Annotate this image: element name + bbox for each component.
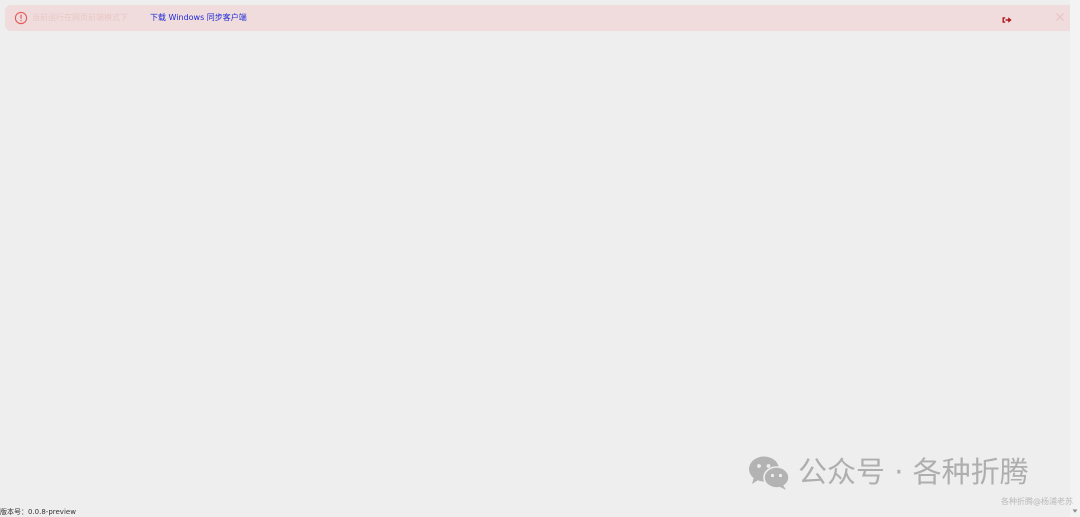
version-label: 版本号：0.0.8-preview <box>0 508 76 516</box>
watermark-text: 公众号 · 各种折腾 <box>798 455 1029 489</box>
alert-circle-icon <box>14 11 28 25</box>
watermark-caption: 各种折腾@杨浦老苏 <box>1001 497 1073 506</box>
vertical-scrollbar[interactable] <box>1070 0 1080 517</box>
alert-message: 当前运行在网页前端模式下 <box>32 13 128 22</box>
logout-icon[interactable] <box>1001 14 1013 26</box>
close-icon[interactable] <box>1054 11 1066 23</box>
download-client-link[interactable]: 下载 Windows 同步客户端 <box>150 11 247 25</box>
alert-banner: 当前运行在网页前端模式下 下载 Windows 同步客户端 <box>5 5 1075 31</box>
scroll-down-arrow-icon[interactable] <box>1072 508 1078 514</box>
wechat-icon <box>749 456 790 490</box>
